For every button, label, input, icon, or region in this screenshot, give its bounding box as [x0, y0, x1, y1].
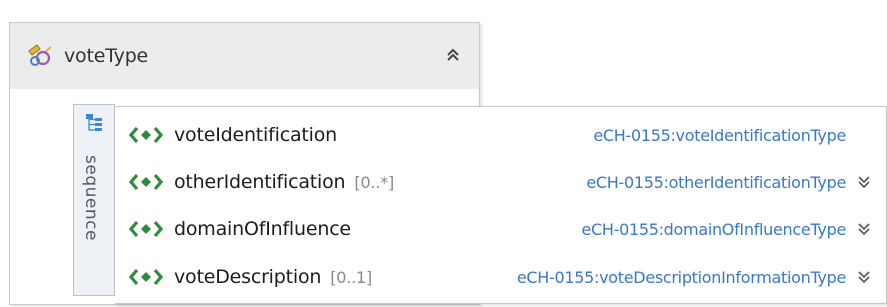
- element-icon: [129, 173, 163, 191]
- complex-type-header[interactable]: voteType: [10, 23, 479, 89]
- element-row-domainOfInfluence[interactable]: domainOfInfluence eCH-0155:domainOfInflu…: [115, 207, 886, 253]
- element-name: domainOfInfluence: [174, 218, 351, 240]
- element-type-link[interactable]: eCH-0155:otherIdentificationType: [586, 169, 846, 197]
- double-chevron-up-icon[interactable]: [442, 44, 464, 66]
- sequence-compositor[interactable]: sequence: [73, 104, 115, 296]
- sequence-label: sequence: [81, 155, 101, 241]
- element-icon: [129, 126, 163, 144]
- element-name: voteDescription: [174, 266, 322, 288]
- sequence-icon: [86, 114, 102, 131]
- complex-type-box: voteType sequence voteIdentification eCH…: [9, 22, 887, 305]
- element-name: voteIdentification: [174, 124, 337, 146]
- element-icon: [129, 220, 163, 238]
- complex-type-icon: [28, 44, 52, 66]
- element-icon: [129, 268, 163, 286]
- element-type-link[interactable]: eCH-0155:voteIdentificationType: [593, 122, 846, 150]
- element-row-voteIdentification[interactable]: voteIdentification eCH-0155:voteIdentifi…: [115, 113, 886, 159]
- element-list: voteIdentification eCH-0155:voteIdentifi…: [115, 106, 887, 304]
- complex-type-name: voteType: [64, 45, 149, 67]
- element-cardinality: [0..1]: [330, 268, 373, 287]
- element-type-link[interactable]: eCH-0155:voteDescriptionInformationType: [517, 264, 846, 292]
- double-chevron-down-icon[interactable]: [856, 269, 872, 285]
- element-name: otherIdentification: [174, 171, 346, 193]
- element-row-voteDescription[interactable]: voteDescription [0..1] eCH-0155:voteDescr…: [115, 255, 886, 301]
- element-type-link[interactable]: eCH-0155:domainOfInfluenceType: [581, 216, 846, 244]
- double-chevron-down-icon[interactable]: [856, 221, 872, 237]
- double-chevron-down-icon[interactable]: [856, 174, 872, 190]
- element-row-otherIdentification[interactable]: otherIdentification [0..*] eCH-0155:other…: [115, 160, 886, 206]
- element-cardinality: [0..*]: [354, 173, 395, 192]
